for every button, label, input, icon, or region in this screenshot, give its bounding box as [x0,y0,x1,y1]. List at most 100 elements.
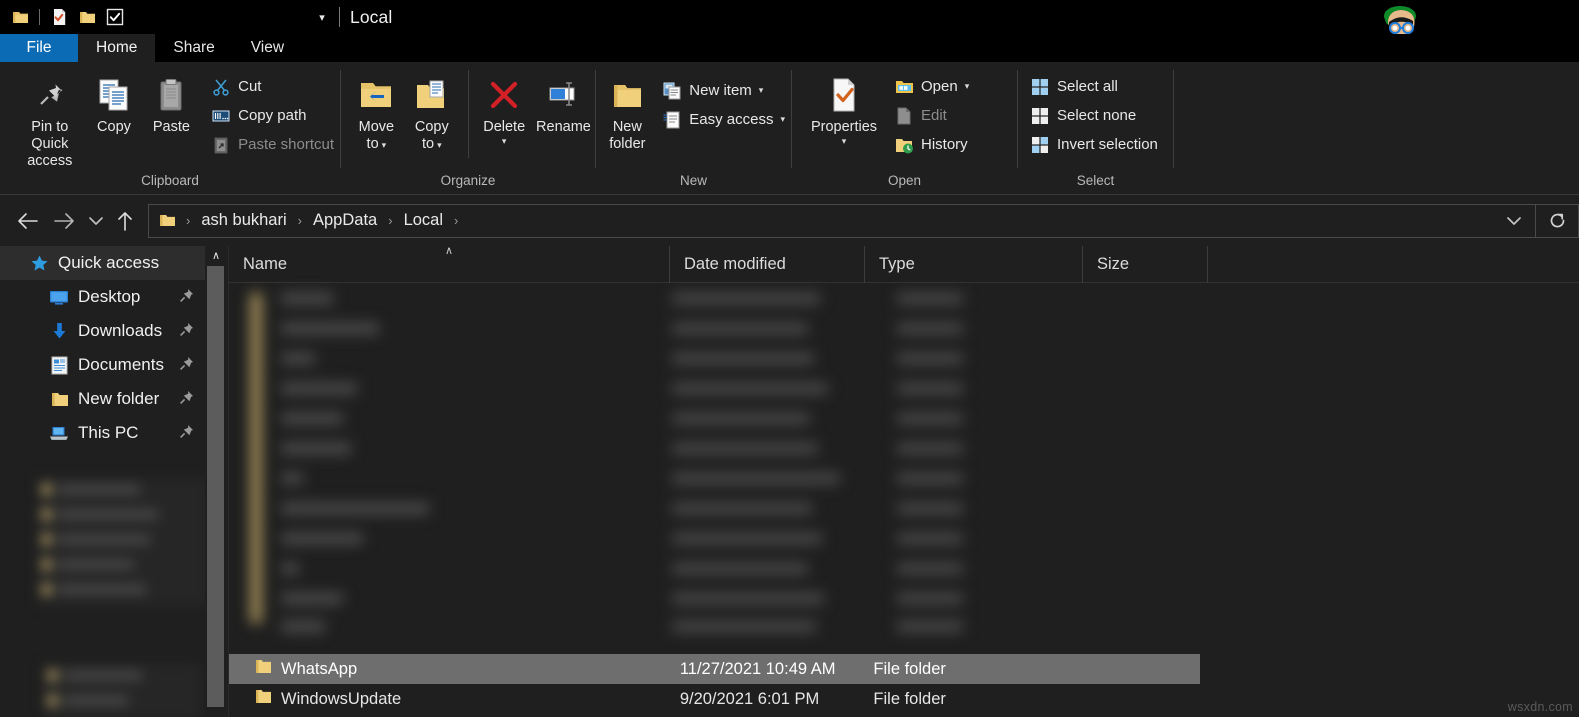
pushpin-icon [32,74,68,116]
sidebar-item-this-pc[interactable]: This PC [0,416,205,450]
ribbon: Pin to Quick access Copy Paste Cut Copy … [0,62,1579,195]
column-header-name[interactable]: ∧ Name [229,245,669,283]
select-none-button[interactable]: Select none [1028,101,1164,130]
pin-icon-new-folder[interactable] [179,390,195,406]
properties-button[interactable]: Properties ▾ [802,70,886,146]
column-header-date-modified-label: Date modified [684,254,786,273]
back-button[interactable] [10,203,46,239]
copy-button[interactable]: Copy [86,70,142,136]
cut-button[interactable]: Cut [209,72,340,101]
title-bar: ▾ Local [0,0,1579,52]
select-all-button[interactable]: Select all [1028,72,1164,101]
redacted-sidebar-block-1 [38,478,205,606]
recent-locations-button[interactable] [82,203,110,239]
column-header-spacer [1207,245,1267,283]
table-row[interactable]: WhatsApp 11/27/2021 10:49 AM File folder [229,654,1200,684]
sidebar-item-downloads[interactable]: Downloads [0,314,205,348]
breadcrumb-separator-3[interactable]: › [445,213,467,228]
redacted-file-rows-block [237,285,1217,641]
sidebar-item-desktop[interactable]: Desktop [0,280,205,314]
breadcrumb-separator-1[interactable]: › [289,213,311,228]
folder-icon [255,689,272,709]
easy-access-button[interactable]: Easy access ▾ [660,105,791,134]
breadcrumb-item-2[interactable]: Local [402,211,445,230]
copy-to-button[interactable]: Copy to ▾ [404,70,459,153]
open-label: Open [921,78,958,95]
column-header-date-modified[interactable]: Date modified [669,245,864,283]
qat-properties-folder-icon[interactable] [6,3,34,31]
pin-icon-this-pc[interactable] [179,424,195,440]
tab-view[interactable]: View [233,34,302,62]
qat-folder-icon[interactable] [73,3,101,31]
column-header-size[interactable]: Size [1082,245,1207,283]
download-arrow-icon [48,321,70,341]
paste-shortcut-button[interactable]: Paste shortcut [209,130,340,159]
new-folder-button[interactable]: New folder [602,70,652,153]
column-header-type[interactable]: Type [864,245,1082,283]
up-button[interactable] [110,203,140,239]
scroll-up-arrow-icon[interactable]: ∧ [205,246,227,264]
open-button[interactable]: Open ▾ [892,72,975,101]
address-bar[interactable]: › ash bukhari › AppData › Local › [148,203,1579,238]
ribbon-group-organize: Move to ▾ Copy to ▾ Delete ▾ Rename Orga… [341,62,595,195]
new-small-buttons: New item ▾ Easy access ▾ [660,70,791,134]
new-folder-label-2: folder [609,136,646,152]
pin-icon-desktop[interactable] [179,288,195,304]
tab-file[interactable]: File [0,34,78,62]
select-small-buttons: Select all Select none Invert selection [1028,70,1164,159]
breadcrumb-item-1[interactable]: AppData [311,211,379,230]
ribbon-group-title-new: New [679,173,707,188]
easy-access-caret-icon: ▾ [780,114,785,124]
rename-label: Rename [536,119,591,135]
pin-icon-documents[interactable] [179,356,195,372]
delete-button[interactable]: Delete ▾ [476,70,531,146]
qat-checkbox-icon[interactable] [101,3,129,31]
history-button[interactable]: History [892,130,975,159]
column-header-row: ∧ Name Date modified Type Size [229,245,1579,283]
qat-new-folder-icon[interactable] [45,3,73,31]
copy-path-button[interactable]: Copy path [209,101,340,130]
breadcrumb-item-0[interactable]: ash bukhari [199,211,288,230]
move-to-label-2: to [366,136,379,152]
edit-button[interactable]: Edit [892,101,975,130]
ribbon-group-title-open: Open [887,173,922,188]
move-to-button[interactable]: Move to ▾ [349,70,404,153]
paste-button[interactable]: Paste [142,70,201,136]
sidebar-item-new-folder[interactable]: New folder [0,382,205,416]
copy-to-folder-icon [414,74,450,116]
navigation-pane-scrollbar[interactable]: ∧ [205,246,227,717]
delete-caret-icon: ▾ [501,136,507,146]
new-item-button[interactable]: New item ▾ [660,76,791,105]
pin-icon-downloads[interactable] [179,322,195,338]
qat-separator [39,9,40,25]
scrollbar-thumb[interactable] [207,266,224,707]
customize-quick-access-dropdown[interactable]: ▾ [309,4,335,30]
sidebar-item-quick-access[interactable]: Quick access [0,246,205,280]
open-caret-icon: ▾ [964,81,970,91]
breadcrumb-separator-0[interactable]: › [177,213,199,228]
pin-to-quick-access-button[interactable]: Pin to Quick access [13,70,86,170]
folder-icon [255,659,272,679]
breadcrumb-separator-2[interactable]: › [379,213,401,228]
history-label: History [921,136,968,153]
copy-path-icon [211,106,231,126]
select-none-icon [1030,106,1050,126]
tab-home[interactable]: Home [78,34,156,62]
copy-to-caret-icon: ▾ [437,140,442,150]
invert-selection-button[interactable]: Invert selection [1028,130,1164,159]
ribbon-group-title-select: Select [1076,173,1115,188]
rename-button[interactable]: Rename [532,70,595,136]
file-row-date-whatsapp: 11/27/2021 10:49 AM [679,659,836,678]
paste-shortcut-icon [211,135,231,155]
forward-button[interactable] [46,203,82,239]
clipboard-icon [153,74,189,116]
sidebar-item-documents[interactable]: Documents [0,348,205,382]
refresh-button[interactable] [1536,205,1578,237]
sidebar-item-label-quick-access: Quick access [58,253,160,272]
address-history-dropdown-button[interactable] [1493,205,1535,237]
redacted-sidebar-block-2 [44,664,202,717]
table-row[interactable]: WindowsUpdate 9/20/2021 6:01 PM File fol… [229,684,1200,714]
file-row-type-windowsupdate: File folder [873,689,946,708]
copy-to-label-2: to [421,136,435,152]
tab-share[interactable]: Share [155,34,232,62]
